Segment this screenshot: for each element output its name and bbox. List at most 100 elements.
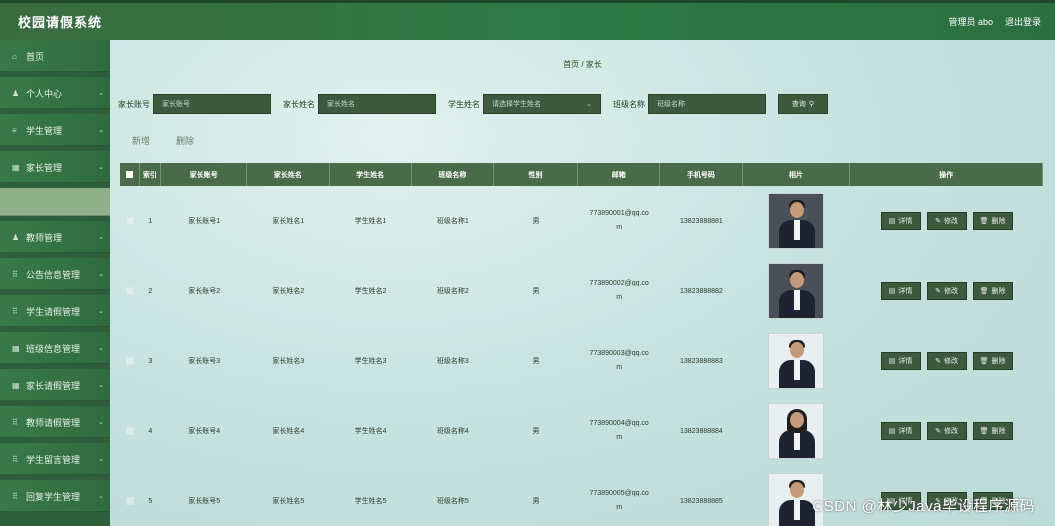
edit-button-label: 修改 bbox=[944, 218, 959, 225]
sidebar-item[interactable]: ▦ 班级信息管理 ⌄ bbox=[0, 332, 110, 364]
photo-head bbox=[790, 272, 805, 288]
select-all-checkbox[interactable] bbox=[125, 171, 133, 178]
gender: 男 bbox=[532, 288, 540, 295]
detail-button[interactable]: ▤ 详情 bbox=[880, 422, 921, 440]
row-checkbox[interactable] bbox=[125, 427, 134, 435]
email-line: 773890003@qq.co bbox=[589, 350, 649, 357]
student-select[interactable]: 请选择学生姓名 ⌄ bbox=[483, 94, 601, 114]
row-actions: ▤ 详情 ✎ 修改 🗑 删除 bbox=[850, 186, 1043, 256]
account-input[interactable]: 家长账号 bbox=[153, 94, 271, 114]
parent-table: 索引 家长账号 家长姓名 学生姓名 班级名称 性别 邮箱 手机号码 相片 操作 1 家长账号1 家长姓… bbox=[120, 163, 1043, 526]
class-input[interactable]: 班级名称 bbox=[648, 94, 766, 114]
row-checkbox[interactable] bbox=[125, 357, 134, 365]
edit-button[interactable]: ✎ 修改 bbox=[926, 422, 967, 440]
sidebar-item-label: 教师请假管理 bbox=[26, 417, 81, 428]
edit-button[interactable]: ✎ 修改 bbox=[926, 352, 967, 370]
email-line: m bbox=[616, 364, 623, 371]
photo-head bbox=[790, 202, 805, 218]
student-name: 学生姓名5 bbox=[354, 498, 387, 505]
query-button[interactable]: 查询 ⚲ bbox=[778, 94, 828, 114]
class-name: 班级名称2 bbox=[436, 288, 469, 295]
email-line: 773890001@qq.co bbox=[589, 210, 649, 217]
sidebar-item[interactable]: ≡ 学生管理 ⌄ bbox=[0, 114, 110, 146]
column-header: 索引 bbox=[140, 163, 162, 186]
detail-button-label: 详情 bbox=[898, 428, 913, 435]
add-button[interactable]: 新增 bbox=[132, 134, 150, 147]
name-input[interactable]: 家长姓名 bbox=[318, 94, 436, 114]
column-header: 操作 bbox=[850, 163, 1043, 186]
chevron-down-icon: ⌄ bbox=[98, 127, 104, 134]
sidebar-item[interactable]: ▦ 家长请假管理 ⌄ bbox=[0, 369, 110, 401]
detail-button[interactable]: ▤ 详情 bbox=[880, 282, 921, 300]
edit-button-label: 修改 bbox=[944, 428, 959, 435]
breadcrumb: 首页 / 家长 bbox=[563, 60, 602, 69]
email-line: m bbox=[616, 434, 623, 441]
photo-shirt bbox=[794, 430, 801, 450]
sidebar-item[interactable]: ⠿ 公告信息管理 ⌄ bbox=[0, 258, 110, 290]
gender: 男 bbox=[532, 358, 540, 365]
sidebar-item[interactable]: ⠿ 回复学生管理 ⌄ bbox=[0, 480, 110, 512]
detail-button[interactable]: ▤ 详情 bbox=[880, 212, 921, 230]
logout-link[interactable]: 退出登录 bbox=[1005, 15, 1041, 28]
column-header: 手机号码 bbox=[660, 163, 743, 186]
student-select-value: 请选择学生姓名 bbox=[492, 101, 541, 108]
parent-name: 家长姓名3 bbox=[272, 358, 305, 365]
email-line: m bbox=[616, 294, 623, 301]
table-row: 3 家长账号3 家长姓名3 学生姓名3 班级名称3 男 773890003@qq.co m 13… bbox=[120, 326, 1043, 396]
student-label: 学生姓名 bbox=[448, 99, 480, 109]
delete-row-button-label: 删除 bbox=[991, 218, 1006, 225]
delete-row-button[interactable]: 🗑 删除 bbox=[972, 352, 1013, 370]
grid-icon: ⠿ bbox=[12, 454, 18, 464]
delete-row-button-label: 删除 bbox=[991, 358, 1006, 365]
trash-icon: 🗑 bbox=[979, 288, 989, 295]
detail-button[interactable]: ▤ 详情 bbox=[880, 352, 921, 370]
row-index: 5 bbox=[148, 497, 153, 505]
sidebar-item-highlight[interactable] bbox=[0, 188, 110, 216]
column-header: 班级名称 bbox=[412, 163, 494, 186]
chevron-down-icon: ⌄ bbox=[98, 90, 104, 97]
file-icon: ▤ bbox=[888, 358, 896, 365]
sidebar-item-label: 学生管理 bbox=[26, 125, 63, 136]
sidebar-item[interactable]: ⌂ 首页 bbox=[0, 40, 110, 72]
sidebar-item-label: 家长管理 bbox=[26, 162, 63, 173]
parent-name: 家长姓名2 bbox=[272, 288, 305, 295]
sidebar-item[interactable]: ⠿ 学生留言管理 ⌄ bbox=[0, 443, 110, 475]
sidebar-item[interactable]: ⠿ 学生请假管理 ⌄ bbox=[0, 295, 110, 327]
sidebar-item-label: 教师管理 bbox=[26, 232, 63, 243]
class-name: 班级名称3 bbox=[436, 358, 469, 365]
edit-button[interactable]: ✎ 修改 bbox=[926, 282, 967, 300]
sidebar-item[interactable]: ♟ 个人中心 ⌄ bbox=[0, 77, 110, 109]
sidebar-item[interactable]: ▦ 家长管理 ⌄ bbox=[0, 151, 110, 183]
delete-row-button[interactable]: 🗑 删除 bbox=[972, 212, 1013, 230]
row-actions: ▤ 详情 ✎ 修改 🗑 删除 bbox=[850, 396, 1043, 466]
email: 773890004@qq.co m bbox=[578, 396, 660, 466]
delete-row-button[interactable]: 🗑 删除 bbox=[972, 282, 1013, 300]
photo-head bbox=[790, 342, 805, 358]
gender: 男 bbox=[532, 218, 540, 225]
row-index: 1 bbox=[148, 217, 153, 225]
delete-button[interactable]: 删除 bbox=[176, 134, 194, 147]
photo-cell bbox=[743, 256, 851, 326]
row-checkbox[interactable] bbox=[125, 287, 134, 295]
sidebar-item[interactable]: ⠿ 教师请假管理 ⌄ bbox=[0, 406, 110, 438]
pencil-icon: ✎ bbox=[935, 428, 942, 435]
row-checkbox[interactable] bbox=[125, 497, 134, 505]
parent-name: 家长姓名1 bbox=[272, 218, 305, 225]
pencil-icon: ✎ bbox=[935, 358, 942, 365]
photo-shirt bbox=[794, 500, 801, 520]
trash-icon: 🗑 bbox=[979, 428, 989, 435]
grid-icon: ▦ bbox=[12, 162, 20, 172]
sidebar-item[interactable]: ♟ 教师管理 ⌄ bbox=[0, 221, 110, 253]
admin-label: 管理员 abo bbox=[948, 17, 993, 27]
row-actions: ▤ 详情 ✎ 修改 🗑 删除 bbox=[850, 326, 1043, 396]
edit-button[interactable]: ✎ 修改 bbox=[926, 212, 967, 230]
column-header: 性别 bbox=[494, 163, 579, 186]
delete-row-button[interactable]: 🗑 删除 bbox=[972, 422, 1013, 440]
row-checkbox[interactable] bbox=[125, 217, 134, 225]
sidebar-item-label: 回复学生管理 bbox=[26, 491, 81, 502]
home-icon: ⌂ bbox=[12, 51, 17, 61]
sidebar-item-label: 班级信息管理 bbox=[26, 343, 81, 354]
row-select-cell bbox=[120, 256, 140, 326]
class-name: 班级名称5 bbox=[436, 498, 469, 505]
watermark: CSDN @林少Java毕设程序源码 bbox=[812, 498, 1035, 515]
